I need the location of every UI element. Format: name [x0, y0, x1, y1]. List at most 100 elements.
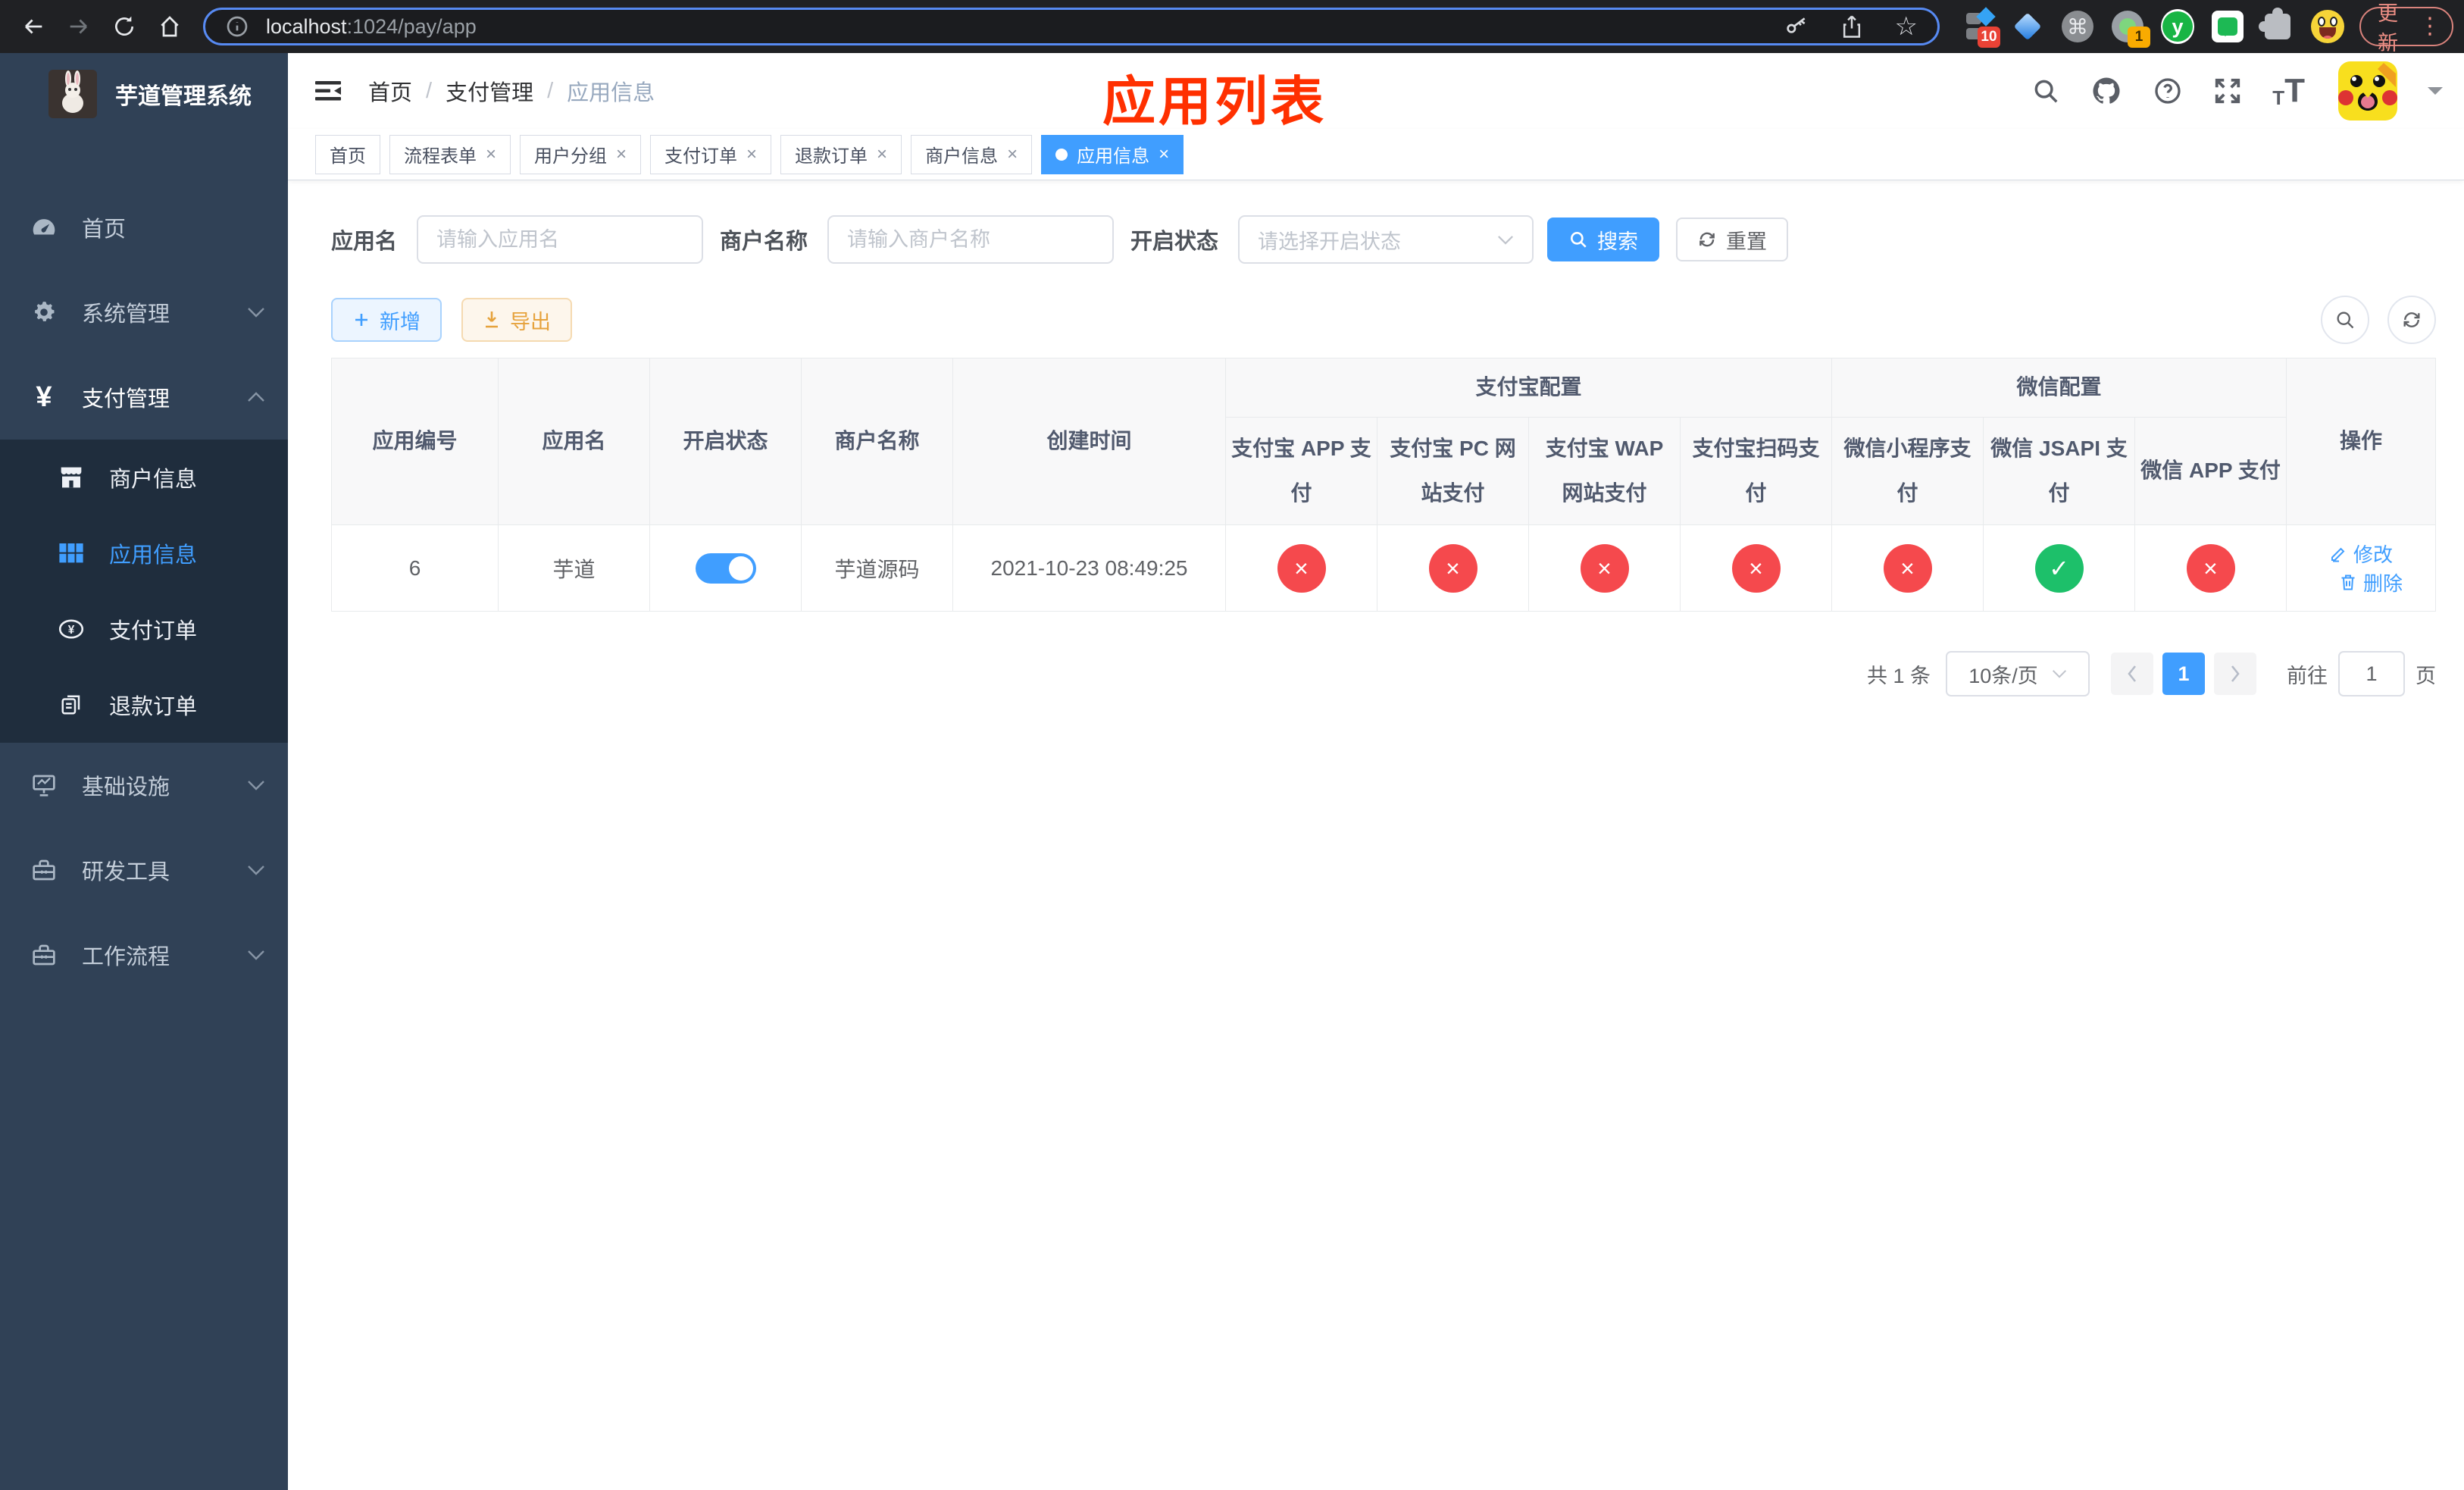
tab-user-group[interactable]: 用户分组 ×: [520, 134, 642, 174]
svg-text:¥: ¥: [68, 624, 75, 637]
extensions-puzzle-icon[interactable]: [2259, 8, 2294, 43]
sidebar-menu: 首页 系统管理 ¥ 支付管理 商户信息 应用信息 ¥ 支付订单 退款订单 基础设…: [0, 185, 288, 997]
browser-back-icon[interactable]: [14, 7, 53, 46]
url-bar[interactable]: localhost:1024/pay/app ☆: [203, 8, 1940, 45]
merchant-name-input[interactable]: [827, 215, 1115, 264]
extension-y-icon[interactable]: y: [2161, 9, 2194, 44]
browser-forward-icon[interactable]: [59, 7, 98, 46]
table-toolbar: 新增 导出: [331, 296, 2436, 344]
sidebar-item-infrastructure[interactable]: 基础设施: [0, 743, 288, 828]
tab-refund-order[interactable]: 退款订单 ×: [780, 134, 902, 174]
sidebar-item-system[interactable]: 系统管理: [0, 270, 288, 355]
next-page-button[interactable]: [2214, 653, 2256, 695]
cell-merchant: 芋道源码: [801, 524, 953, 612]
reset-button[interactable]: 重置: [1676, 218, 1789, 261]
tab-merchant-info[interactable]: 商户信息 ×: [911, 134, 1033, 174]
fullscreen-icon[interactable]: [2213, 77, 2242, 105]
add-button[interactable]: 新增: [331, 298, 442, 342]
refund-order-icon: [58, 693, 85, 716]
chrome-menu-icon[interactable]: ⋮: [2419, 15, 2441, 38]
breadcrumb-home[interactable]: 首页: [368, 75, 412, 107]
edit-link[interactable]: 修改: [2329, 540, 2393, 568]
cell-wechat-app: ×: [2134, 524, 2287, 612]
search-form: 应用名 商户名称 开启状态 请选择开启状态: [331, 215, 2436, 264]
sidebar-item-home[interactable]: 首页: [0, 185, 288, 270]
tab-home[interactable]: 首页: [315, 134, 380, 174]
profile-emoji-avatar[interactable]: [2311, 10, 2344, 43]
tab-pay-order[interactable]: 支付订单 ×: [650, 134, 772, 174]
gear-icon: [30, 300, 58, 324]
extension-recorder-icon[interactable]: 1: [2111, 10, 2150, 48]
chevron-down-icon: [247, 950, 265, 960]
cell-wechat-jsapi: ✓: [1983, 524, 2136, 612]
font-size-icon[interactable]: TT: [2272, 74, 2305, 108]
page-unit-label: 页: [2416, 664, 2436, 687]
sidebar: 芋道管理系统 首页 系统管理 ¥ 支付管理 商户信息 应用信息 ¥ 支付订单 退…: [0, 53, 288, 1490]
password-key-icon[interactable]: [1784, 14, 1809, 39]
search-button[interactable]: 搜索: [1547, 218, 1660, 261]
close-icon[interactable]: ×: [1159, 145, 1169, 164]
share-icon[interactable]: [1840, 14, 1863, 39]
cell-wechat-mini: ×: [1831, 524, 1984, 612]
page-size-select[interactable]: 10条/页: [1946, 651, 2090, 696]
sidebar-item-dev-tools[interactable]: 研发工具: [0, 828, 288, 912]
user-avatar[interactable]: [2338, 61, 2397, 121]
col-header-status: 开启状态: [649, 358, 802, 525]
toggle-search-button[interactable]: [2321, 296, 2369, 344]
goto-page-input[interactable]: [2338, 651, 2405, 696]
enabled-switch[interactable]: [695, 552, 756, 584]
tab-process-form[interactable]: 流程表单 ×: [389, 134, 511, 174]
refresh-table-button[interactable]: [2387, 296, 2436, 344]
close-icon[interactable]: ×: [486, 145, 496, 164]
chevron-up-icon: [247, 392, 265, 402]
cell-alipay-pc: ×: [1377, 524, 1529, 612]
extension-chat-icon[interactable]: [2211, 10, 2244, 43]
sidebar-logo[interactable]: 芋道管理系统: [0, 53, 288, 135]
group-header-wechat: 微信配置: [1831, 358, 2287, 418]
browser-reload-icon[interactable]: [105, 7, 144, 46]
sidebar-item-workflow[interactable]: 工作流程: [0, 912, 288, 997]
cell-app-name: 芋道: [498, 524, 650, 612]
export-button[interactable]: 导出: [461, 298, 572, 342]
dashboard-gauge-icon: [30, 216, 58, 239]
extension-badge: 10: [1978, 27, 2000, 48]
col-header-create-time: 创建时间: [952, 358, 1226, 525]
close-icon[interactable]: ×: [877, 145, 887, 164]
cell-alipay-app: ×: [1225, 524, 1377, 612]
sidebar-item-refund-order[interactable]: 退款订单: [0, 667, 288, 743]
status-badge: ×: [2186, 543, 2235, 593]
prev-page-button[interactable]: [2111, 653, 2153, 695]
github-icon[interactable]: [2090, 75, 2122, 107]
close-icon[interactable]: ×: [746, 145, 757, 164]
yen-icon: ¥: [36, 381, 52, 413]
chevron-down-icon: [247, 780, 265, 790]
delete-link[interactable]: 删除: [2339, 568, 2403, 596]
cell-create-time: 2021-10-23 08:49:25: [952, 524, 1226, 612]
breadcrumb-payment[interactable]: 支付管理: [446, 75, 533, 107]
extension-kite-icon[interactable]: [2011, 10, 2044, 43]
sidebar-item-pay-order[interactable]: ¥ 支付订单: [0, 591, 288, 667]
page-number-current[interactable]: 1: [2162, 653, 2205, 695]
chevron-down-icon: [2052, 669, 2067, 678]
bookmark-star-icon[interactable]: ☆: [1895, 14, 1918, 39]
sidebar-item-app-info[interactable]: 应用信息: [0, 515, 288, 591]
browser-home-icon[interactable]: [150, 7, 189, 46]
tab-app-info[interactable]: 应用信息 ×: [1041, 134, 1184, 174]
caret-down-icon[interactable]: [2428, 87, 2443, 102]
status-badge: ✓: [2034, 543, 2084, 593]
chevron-down-icon: [247, 865, 265, 875]
col-header-app-name: 应用名: [498, 358, 650, 525]
app-name-input[interactable]: [417, 215, 704, 264]
sidebar-item-merchant-info[interactable]: 商户信息: [0, 440, 288, 515]
chrome-update-button[interactable]: 更新 ⋮: [2359, 2, 2453, 55]
close-icon[interactable]: ×: [616, 145, 627, 164]
close-icon[interactable]: ×: [1007, 145, 1018, 164]
search-icon[interactable]: [2031, 77, 2060, 105]
extension-command-icon[interactable]: ⌘: [2061, 10, 2094, 43]
sidebar-item-payment[interactable]: ¥ 支付管理: [0, 355, 288, 440]
sidebar-toggle-icon[interactable]: [314, 79, 342, 103]
help-icon[interactable]: [2153, 76, 2183, 106]
extension-blocks-icon[interactable]: 10: [1961, 7, 2000, 48]
status-select[interactable]: 请选择开启状态: [1238, 215, 1534, 264]
site-info-icon[interactable]: [225, 14, 249, 39]
